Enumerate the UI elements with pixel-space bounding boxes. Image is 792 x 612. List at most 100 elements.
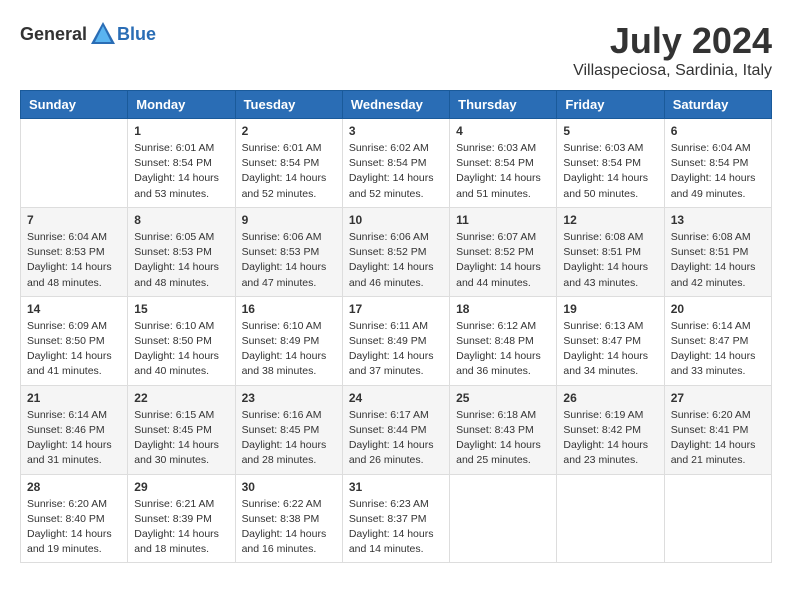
calendar-cell: 4 Sunrise: 6:03 AMSunset: 8:54 PMDaylight… (450, 119, 557, 208)
day-info: Sunrise: 6:18 AMSunset: 8:43 PMDaylight:… (456, 408, 550, 469)
calendar-cell: 3 Sunrise: 6:02 AMSunset: 8:54 PMDaylight… (342, 119, 449, 208)
calendar-cell: 10 Sunrise: 6:06 AMSunset: 8:52 PMDayligh… (342, 207, 449, 296)
calendar-cell: 20Sunrise: 6:14 AMSunset: 8:47 PMDayligh… (664, 296, 771, 385)
calendar-cell: 15 Sunrise: 6:10 AMSunset: 8:50 PMDayligh… (128, 296, 235, 385)
day-number: 25 (456, 391, 550, 405)
week-row-4: 21 Sunrise: 6:14 AMSunset: 8:46 PMDayligh… (21, 385, 772, 474)
day-number: 4 (456, 124, 550, 138)
day-number: 29 (134, 480, 228, 494)
logo-general-text: General (20, 24, 87, 45)
day-number: 11 (456, 213, 550, 227)
day-number: 8 (134, 213, 228, 227)
week-row-3: 14 Sunrise: 6:09 AMSunset: 8:50 PMDayligh… (21, 296, 772, 385)
day-info: Sunrise: 6:11 AMSunset: 8:49 PMDaylight:… (349, 319, 443, 380)
day-number: 9 (242, 213, 336, 227)
calendar-cell: 31Sunrise: 6:23 AMSunset: 8:37 PMDayligh… (342, 474, 449, 563)
day-number: 14 (27, 302, 121, 316)
calendar-cell: 12 Sunrise: 6:08 AMSunset: 8:51 PMDayligh… (557, 207, 664, 296)
calendar-cell: 9 Sunrise: 6:06 AMSunset: 8:53 PMDaylight… (235, 207, 342, 296)
day-number: 26 (563, 391, 657, 405)
calendar-cell: 27 Sunrise: 6:20 AMSunset: 8:41 PMDayligh… (664, 385, 771, 474)
weekday-header-thursday: Thursday (450, 91, 557, 119)
calendar-cell: 26Sunrise: 6:19 AMSunset: 8:42 PMDayligh… (557, 385, 664, 474)
calendar-cell: 25 Sunrise: 6:18 AMSunset: 8:43 PMDayligh… (450, 385, 557, 474)
week-row-5: 28Sunrise: 6:20 AMSunset: 8:40 PMDayligh… (21, 474, 772, 563)
day-number: 18 (456, 302, 550, 316)
weekday-header-tuesday: Tuesday (235, 91, 342, 119)
calendar-cell (664, 474, 771, 563)
day-info: Sunrise: 6:08 AMSunset: 8:51 PMDaylight:… (563, 230, 657, 291)
logo: General Blue (20, 20, 156, 48)
day-number: 7 (27, 213, 121, 227)
day-number: 20 (671, 302, 765, 316)
calendar-cell: 22 Sunrise: 6:15 AMSunset: 8:45 PMDayligh… (128, 385, 235, 474)
day-info: Sunrise: 6:05 AMSunset: 8:53 PMDaylight:… (134, 230, 228, 291)
week-row-1: 1 Sunrise: 6:01 AMSunset: 8:54 PMDaylight… (21, 119, 772, 208)
month-title: July 2024 (573, 20, 772, 62)
day-info: Sunrise: 6:13 AMSunset: 8:47 PMDaylight:… (563, 319, 657, 380)
day-number: 22 (134, 391, 228, 405)
calendar-cell: 2 Sunrise: 6:01 AMSunset: 8:54 PMDaylight… (235, 119, 342, 208)
week-row-2: 7Sunrise: 6:04 AMSunset: 8:53 PMDaylight… (21, 207, 772, 296)
day-number: 15 (134, 302, 228, 316)
calendar-cell (557, 474, 664, 563)
day-info: Sunrise: 6:12 AMSunset: 8:48 PMDaylight:… (456, 319, 550, 380)
day-info: Sunrise: 6:02 AMSunset: 8:54 PMDaylight:… (349, 141, 443, 202)
calendar-cell: 8 Sunrise: 6:05 AMSunset: 8:53 PMDaylight… (128, 207, 235, 296)
calendar-cell (21, 119, 128, 208)
calendar-cell: 6Sunrise: 6:04 AMSunset: 8:54 PMDaylight… (664, 119, 771, 208)
day-info: Sunrise: 6:15 AMSunset: 8:45 PMDaylight:… (134, 408, 228, 469)
calendar-cell: 23 Sunrise: 6:16 AMSunset: 8:45 PMDayligh… (235, 385, 342, 474)
calendar-cell: 28Sunrise: 6:20 AMSunset: 8:40 PMDayligh… (21, 474, 128, 563)
day-info: Sunrise: 6:10 AMSunset: 8:50 PMDaylight:… (134, 319, 228, 380)
weekday-header-wednesday: Wednesday (342, 91, 449, 119)
day-info: Sunrise: 6:04 AMSunset: 8:54 PMDaylight:… (671, 141, 765, 202)
day-info: Sunrise: 6:08 AMSunset: 8:51 PMDaylight:… (671, 230, 765, 291)
day-info: Sunrise: 6:21 AMSunset: 8:39 PMDaylight:… (134, 497, 228, 558)
day-number: 19 (563, 302, 657, 316)
day-number: 13 (671, 213, 765, 227)
title-area: July 2024 Villaspeciosa, Sardinia, Italy (573, 20, 772, 80)
day-number: 27 (671, 391, 765, 405)
day-number: 24 (349, 391, 443, 405)
calendar-cell: 13 Sunrise: 6:08 AMSunset: 8:51 PMDayligh… (664, 207, 771, 296)
day-info: Sunrise: 6:01 AMSunset: 8:54 PMDaylight:… (242, 141, 336, 202)
day-info: Sunrise: 6:07 AMSunset: 8:52 PMDaylight:… (456, 230, 550, 291)
calendar-cell: 21 Sunrise: 6:14 AMSunset: 8:46 PMDayligh… (21, 385, 128, 474)
day-info: Sunrise: 6:14 AMSunset: 8:46 PMDaylight:… (27, 408, 121, 469)
day-number: 2 (242, 124, 336, 138)
day-number: 10 (349, 213, 443, 227)
day-info: Sunrise: 6:10 AMSunset: 8:49 PMDaylight:… (242, 319, 336, 380)
logo-icon (89, 20, 117, 48)
day-info: Sunrise: 6:06 AMSunset: 8:53 PMDaylight:… (242, 230, 336, 291)
weekday-header-sunday: Sunday (21, 91, 128, 119)
day-info: Sunrise: 6:20 AMSunset: 8:41 PMDaylight:… (671, 408, 765, 469)
page-header: General Blue July 2024 Villaspeciosa, Sa… (20, 20, 772, 80)
day-number: 5 (563, 124, 657, 138)
calendar-cell: 29 Sunrise: 6:21 AMSunset: 8:39 PMDayligh… (128, 474, 235, 563)
day-info: Sunrise: 6:16 AMSunset: 8:45 PMDaylight:… (242, 408, 336, 469)
day-number: 12 (563, 213, 657, 227)
day-number: 23 (242, 391, 336, 405)
day-info: Sunrise: 6:06 AMSunset: 8:52 PMDaylight:… (349, 230, 443, 291)
day-number: 17 (349, 302, 443, 316)
calendar-cell: 17 Sunrise: 6:11 AMSunset: 8:49 PMDayligh… (342, 296, 449, 385)
calendar-cell: 11 Sunrise: 6:07 AMSunset: 8:52 PMDayligh… (450, 207, 557, 296)
calendar-cell: 14 Sunrise: 6:09 AMSunset: 8:50 PMDayligh… (21, 296, 128, 385)
day-info: Sunrise: 6:22 AMSunset: 8:38 PMDaylight:… (242, 497, 336, 558)
day-info: Sunrise: 6:17 AMSunset: 8:44 PMDaylight:… (349, 408, 443, 469)
weekday-header-saturday: Saturday (664, 91, 771, 119)
day-info: Sunrise: 6:03 AMSunset: 8:54 PMDaylight:… (456, 141, 550, 202)
day-number: 21 (27, 391, 121, 405)
day-info: Sunrise: 6:01 AMSunset: 8:54 PMDaylight:… (134, 141, 228, 202)
day-info: Sunrise: 6:09 AMSunset: 8:50 PMDaylight:… (27, 319, 121, 380)
calendar-cell: 7Sunrise: 6:04 AMSunset: 8:53 PMDaylight… (21, 207, 128, 296)
weekday-header-friday: Friday (557, 91, 664, 119)
calendar-cell: 24 Sunrise: 6:17 AMSunset: 8:44 PMDayligh… (342, 385, 449, 474)
day-number: 30 (242, 480, 336, 494)
day-info: Sunrise: 6:23 AMSunset: 8:37 PMDaylight:… (349, 497, 443, 558)
day-number: 1 (134, 124, 228, 138)
calendar-cell: 1 Sunrise: 6:01 AMSunset: 8:54 PMDaylight… (128, 119, 235, 208)
day-number: 16 (242, 302, 336, 316)
day-number: 3 (349, 124, 443, 138)
